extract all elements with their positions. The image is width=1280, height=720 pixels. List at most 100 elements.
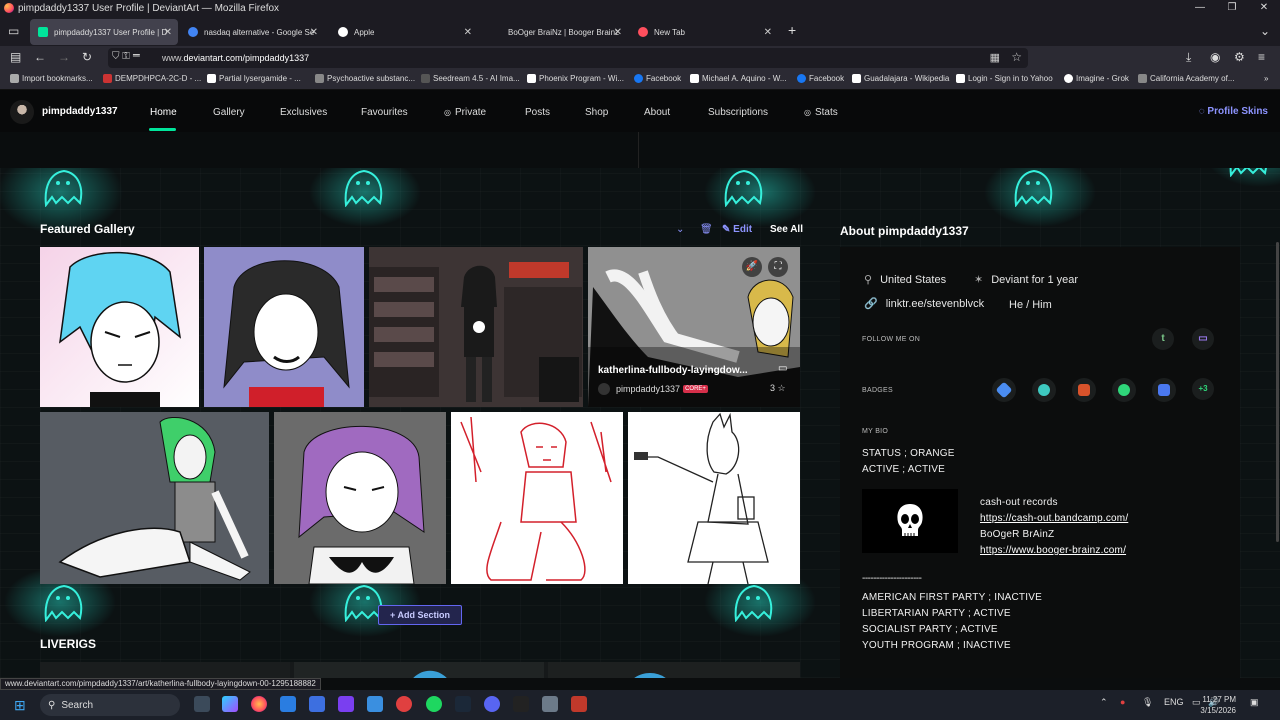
tab-favourites[interactable]: Favourites: [361, 107, 408, 118]
tab-shop[interactable]: Shop: [585, 107, 608, 118]
edit-button[interactable]: ✎ Edit: [722, 224, 752, 235]
close-window-button[interactable]: ✕: [1248, 0, 1280, 16]
bookmark-item[interactable]: Guadalajara - Wikipedia: [852, 74, 949, 83]
app-icon[interactable]: [309, 696, 325, 712]
bookmark-item[interactable]: Facebook: [634, 74, 681, 83]
tab-close-icon[interactable]: ✕: [764, 27, 772, 38]
tab-exclusives[interactable]: Exclusives: [280, 107, 327, 118]
twitch-icon[interactable]: ▭: [1192, 328, 1214, 350]
url-bar[interactable]: ⛉ ⚿ ⚌ www. deviantart.com/pimpdaddy1337 ▦…: [108, 48, 1028, 68]
tab-overview-icon[interactable]: ▭: [8, 24, 19, 38]
tab-private[interactable]: ◎ Private: [444, 107, 486, 118]
copilot-icon[interactable]: [222, 696, 238, 712]
badge-icon[interactable]: [1152, 378, 1176, 402]
bookmark-item[interactable]: Phoenix Program - Wi...: [527, 74, 624, 83]
tab-gallery[interactable]: Gallery: [213, 107, 245, 118]
extensions-icon[interactable]: ⚙: [1234, 50, 1245, 64]
profile-link[interactable]: 🔗 linktr.ee/stevenblvck: [864, 297, 984, 311]
bio-link[interactable]: https://cash-out.bandcamp.com/: [980, 513, 1128, 524]
tab-subscriptions[interactable]: Subscriptions: [708, 107, 768, 118]
bio-link[interactable]: https://www.booger-brainz.com/: [980, 545, 1126, 556]
badge-icon[interactable]: [1032, 378, 1056, 402]
app-icon[interactable]: [338, 696, 354, 712]
tab-list-icon[interactable]: ⌄: [1260, 24, 1270, 38]
tab-posts[interactable]: Posts: [525, 107, 550, 118]
gallery-thumbnail[interactable]: [451, 412, 623, 584]
new-tab-button[interactable]: +: [788, 22, 796, 38]
tab-stats[interactable]: ◎ Stats: [804, 107, 838, 118]
language-indicator[interactable]: ENG: [1164, 697, 1184, 707]
page-scrollbar[interactable]: [1276, 242, 1279, 542]
tumblr-icon[interactable]: t: [1152, 328, 1174, 350]
gallery-thumbnail[interactable]: [40, 247, 199, 407]
reader-view-icon[interactable]: ▦: [990, 51, 1000, 64]
discord-icon[interactable]: [484, 696, 500, 712]
app-icon[interactable]: [367, 696, 383, 712]
profile-username[interactable]: pimpdaddy1337: [42, 106, 118, 117]
bookmark-item[interactable]: Facebook: [797, 74, 844, 83]
gallery-thumbnail[interactable]: [204, 247, 364, 407]
windows-start-icon[interactable]: ⊞: [14, 697, 26, 714]
tab-close-icon[interactable]: ✕: [464, 27, 472, 38]
reload-icon[interactable]: ↻: [82, 50, 92, 64]
badge-icon[interactable]: [992, 378, 1016, 402]
bookmark-item[interactable]: Login - Sign in to Yahoo: [956, 74, 1053, 83]
gallery-thumbnail[interactable]: [274, 412, 446, 584]
gallery-thumbnail[interactable]: [40, 412, 269, 584]
notifications-icon[interactable]: ▣: [1250, 697, 1259, 708]
shield-icon[interactable]: ⛉ ⚿ ⚌: [112, 51, 140, 62]
promote-rocket-icon[interactable]: 🚀: [742, 257, 762, 277]
sidebar-icon[interactable]: ▤: [10, 50, 21, 64]
account-icon[interactable]: ◉: [1210, 50, 1220, 64]
tab-booger-brainz[interactable]: BoOger BraiNz | Booger Brainz ✕: [484, 19, 628, 45]
minimize-button[interactable]: —: [1184, 0, 1216, 16]
expand-icon[interactable]: ⛶: [768, 257, 788, 277]
see-all-link[interactable]: See All: [770, 224, 803, 235]
add-section-button[interactable]: + Add Section: [378, 605, 462, 625]
taskbar-search[interactable]: ⚲ Search: [40, 694, 180, 716]
bookmark-item[interactable]: Partial lysergamide - ...: [207, 74, 301, 83]
favourite-count[interactable]: 3 ☆: [770, 383, 786, 394]
gallery-thumbnail[interactable]: [369, 247, 583, 407]
maximize-button[interactable]: ❐: [1216, 0, 1248, 16]
tab-apple[interactable]: Apple ✕: [330, 19, 478, 45]
artwork-title[interactable]: katherlina-fullbody-layingdow...: [598, 365, 748, 376]
downloads-icon[interactable]: ⤓: [1186, 50, 1191, 65]
bookmark-star-icon[interactable]: ☆: [1011, 50, 1022, 64]
tab-about[interactable]: About: [644, 107, 670, 118]
artwork-author[interactable]: pimpdaddy1337 CORE+: [598, 383, 708, 395]
more-badges-button[interactable]: +3: [1192, 378, 1214, 400]
system-clock[interactable]: 11:27 PM 3/15/2026: [1200, 694, 1236, 716]
app-icon[interactable]: [280, 696, 296, 712]
bookmark-item[interactable]: Michael A. Aquino - W...: [690, 74, 786, 83]
bookmark-item[interactable]: Seedream 4.5 - AI Ima...: [421, 74, 520, 83]
gallery-thumbnail-hovered[interactable]: 🚀 ⛶ katherlina-fullbody-layingdow... ▭ p…: [588, 247, 800, 407]
settings-icon[interactable]: [542, 696, 558, 712]
tray-overflow-icon[interactable]: ⌃: [1100, 697, 1108, 708]
chevron-down-icon[interactable]: ⌄: [676, 224, 684, 235]
tray-app-icon[interactable]: ●: [1120, 697, 1125, 707]
microphone-icon[interactable]: 🎙: [1142, 697, 1153, 708]
bookmark-item[interactable]: California Academy of...: [1138, 74, 1234, 83]
tab-close-icon[interactable]: ✕: [164, 27, 172, 38]
steam-icon[interactable]: [455, 696, 471, 712]
back-icon[interactable]: ←: [34, 50, 46, 64]
network-icon[interactable]: ▭: [1192, 697, 1201, 708]
trash-icon[interactable]: 🗑: [700, 224, 713, 235]
gallery-thumbnail[interactable]: [628, 412, 800, 584]
bookmark-item[interactable]: Psychoactive substanc...: [315, 74, 415, 83]
avatar[interactable]: [10, 100, 34, 124]
tab-deviantart[interactable]: pimpdaddy1337 User Profile | D ✕: [30, 19, 178, 45]
menu-icon[interactable]: ≡: [1258, 50, 1265, 64]
profile-skins-button[interactable]: ◌ Profile Skins: [1199, 106, 1268, 117]
badge-icon[interactable]: [1072, 378, 1096, 402]
bookmark-item[interactable]: DEMPDHPCA-2C-D - ...: [103, 74, 201, 83]
comment-icon[interactable]: ▭: [778, 363, 787, 374]
firefox-taskbar-icon[interactable]: [251, 696, 267, 712]
task-view-icon[interactable]: [194, 696, 210, 712]
bookmark-item[interactable]: Import bookmarks...: [10, 74, 93, 83]
tab-new-tab[interactable]: New Tab ✕: [630, 19, 778, 45]
tab-home[interactable]: Home: [150, 107, 177, 118]
tab-google[interactable]: nasdaq alternative - Google Se ✕: [180, 19, 324, 45]
app-icon[interactable]: [513, 696, 529, 712]
